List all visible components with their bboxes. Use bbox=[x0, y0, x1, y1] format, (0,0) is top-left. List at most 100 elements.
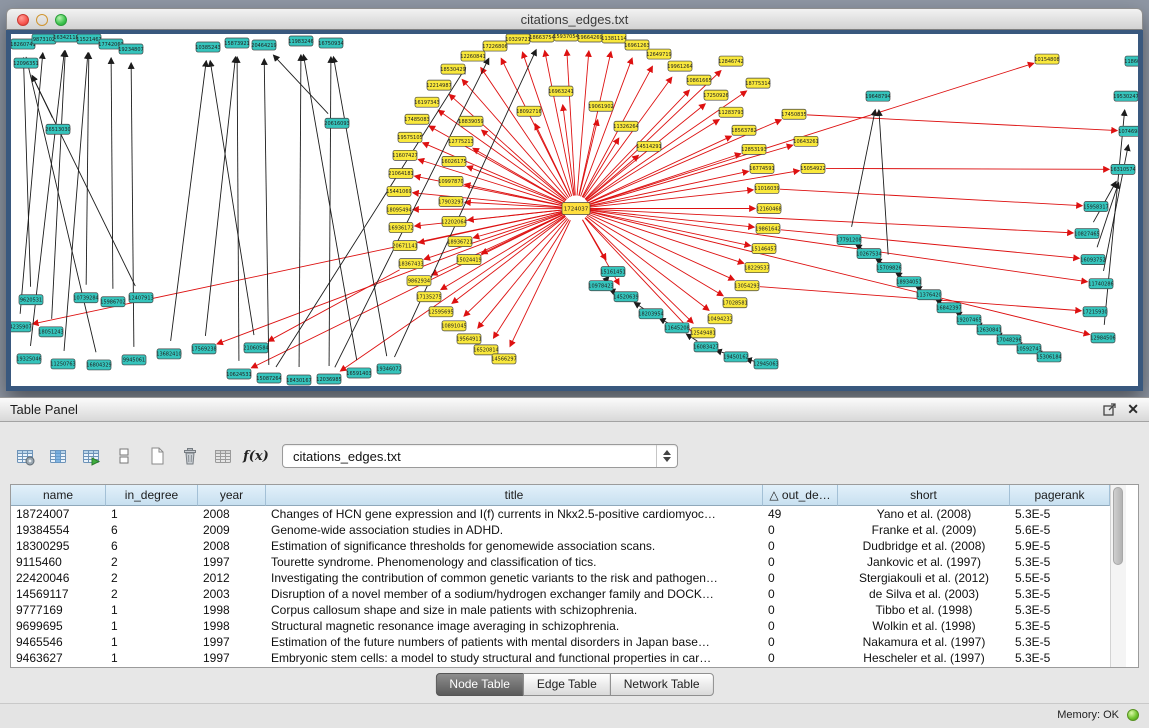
graph-node[interactable]: 16936172 bbox=[388, 223, 413, 233]
graph-node[interactable]: 12214987 bbox=[426, 80, 451, 90]
graph-node[interactable]: 18203954 bbox=[638, 309, 663, 319]
graph-node[interactable]: 19961264 bbox=[667, 61, 692, 71]
graph-node[interactable]: 12549481 bbox=[690, 328, 715, 338]
graph-node[interactable]: 17028581 bbox=[722, 298, 747, 308]
graph-node[interactable]: 20616093 bbox=[324, 118, 349, 128]
graph-node[interactable]: 11283793 bbox=[718, 107, 743, 117]
column-header-6[interactable]: pagerank bbox=[1010, 485, 1110, 506]
graph-node[interactable]: 10267534 bbox=[856, 249, 881, 259]
graph-node[interactable]: 10978423 bbox=[588, 281, 613, 291]
graph-node[interactable]: 18563782 bbox=[731, 125, 756, 135]
network-canvas[interactable]: 1724037185304291221498716197343174850831… bbox=[11, 34, 1138, 386]
graph-node[interactable]: 16961263 bbox=[624, 40, 649, 50]
graph-node[interactable]: 16026175 bbox=[441, 156, 466, 166]
graph-node[interactable]: 11250763 bbox=[50, 359, 75, 369]
graph-node[interactable]: 19234807 bbox=[118, 44, 143, 54]
graph-node[interactable]: 17135275 bbox=[416, 292, 441, 302]
graph-node[interactable]: 16093752 bbox=[1080, 255, 1105, 265]
graph-node[interactable]: 16342118 bbox=[53, 34, 78, 42]
graph-node[interactable]: 10385243 bbox=[195, 42, 220, 52]
graph-node[interactable]: 19575105 bbox=[397, 132, 422, 142]
graph-node[interactable]: 18051243 bbox=[38, 327, 63, 337]
graph-node[interactable]: 10739284 bbox=[73, 293, 98, 303]
graph-node[interactable]: 19664269 bbox=[577, 34, 602, 42]
row-height-button[interactable] bbox=[111, 443, 137, 469]
graph-node[interactable]: 18936721 bbox=[447, 237, 472, 247]
graph-node[interactable]: 18663754 bbox=[529, 34, 554, 42]
graph-node[interactable]: 11381114 bbox=[601, 34, 626, 43]
delete-table-button[interactable] bbox=[177, 443, 203, 469]
graph-node[interactable]: 17485083 bbox=[404, 114, 429, 124]
graph-node[interactable]: 14566297 bbox=[491, 354, 516, 364]
show-columns-button[interactable] bbox=[45, 443, 71, 469]
tab-node-table[interactable]: Node Table bbox=[435, 673, 524, 696]
graph-node[interactable]: 11740286 bbox=[1088, 279, 1113, 289]
graph-node[interactable]: 18430167 bbox=[286, 375, 311, 385]
graph-node[interactable]: 18092716 bbox=[516, 106, 541, 116]
graph-node[interactable]: 19530247 bbox=[1113, 91, 1138, 101]
graph-node[interactable]: 12407913 bbox=[128, 293, 153, 303]
graph-node[interactable]: 12775213 bbox=[448, 136, 473, 146]
table-vertical-scrollbar[interactable] bbox=[1110, 485, 1126, 667]
scrollbar-thumb[interactable] bbox=[1113, 487, 1123, 565]
graph-node[interactable]: 16520814 bbox=[473, 345, 498, 355]
graph-node[interactable]: 16750934 bbox=[318, 38, 343, 48]
graph-node[interactable]: 17569238 bbox=[191, 344, 216, 354]
column-header-2[interactable]: year bbox=[198, 485, 266, 506]
graph-node[interactable]: 12595695 bbox=[428, 307, 453, 317]
graph-node[interactable]: 12853193 bbox=[741, 144, 766, 154]
graph-node[interactable]: 14520639 bbox=[613, 292, 638, 302]
graph-node[interactable]: 18775314 bbox=[745, 78, 770, 88]
graph-node[interactable]: 18095494 bbox=[386, 204, 411, 214]
table-row[interactable]: 946554611997Estimation of the future num… bbox=[11, 634, 1138, 650]
close-panel-icon[interactable]: ✕ bbox=[1127, 402, 1139, 416]
graph-node[interactable]: 18229537 bbox=[744, 263, 769, 273]
graph-node[interactable]: 16310574 bbox=[1110, 164, 1135, 174]
graph-node[interactable]: 10154808 bbox=[1034, 54, 1059, 64]
table-row[interactable]: 969969511998Structural magnetic resonanc… bbox=[11, 618, 1138, 634]
graph-hub-node[interactable]: 1724037 bbox=[562, 202, 590, 214]
table-settings-button[interactable] bbox=[12, 443, 38, 469]
graph-node[interactable]: 19450162 bbox=[723, 352, 748, 362]
graph-node[interactable]: 11860423 bbox=[1124, 56, 1138, 66]
graph-node[interactable]: 16774591 bbox=[749, 163, 774, 173]
graph-node[interactable]: 12260841 bbox=[460, 51, 485, 61]
table-row[interactable]: 1456911722003Disruption of a novel membe… bbox=[11, 586, 1138, 602]
graph-node[interactable]: 15986702 bbox=[100, 297, 125, 307]
table-row[interactable]: 946362711997Embryonic stem cells: a mode… bbox=[11, 650, 1138, 666]
tab-edge-table[interactable]: Edge Table bbox=[523, 673, 611, 696]
graph-node[interactable]: 17903297 bbox=[438, 196, 463, 206]
graph-node[interactable]: 10746982 bbox=[1118, 126, 1138, 136]
graph-node[interactable]: 12984506 bbox=[1090, 333, 1115, 343]
graph-node[interactable]: 16963241 bbox=[548, 86, 573, 96]
graph-node[interactable]: 14514291 bbox=[636, 141, 661, 151]
graph-node[interactable]: 14235907 bbox=[11, 322, 32, 332]
graph-node[interactable]: 19564911 bbox=[456, 334, 481, 344]
graph-node[interactable]: 10997870 bbox=[438, 176, 463, 186]
graph-node[interactable]: 15024419 bbox=[456, 255, 481, 265]
table-row[interactable]: 2242004622012Investigating the contribut… bbox=[11, 570, 1138, 586]
graph-node[interactable]: 21060584 bbox=[243, 343, 268, 353]
graph-node[interactable]: 20671141 bbox=[392, 241, 417, 251]
graph-node[interactable]: 12202064 bbox=[441, 217, 466, 227]
graph-node[interactable]: 16804329 bbox=[86, 360, 111, 370]
equation-fx-button[interactable]: f(x) bbox=[243, 443, 269, 469]
graph-node[interactable]: 21064181 bbox=[388, 168, 413, 178]
graph-node[interactable]: 10494232 bbox=[707, 314, 732, 324]
column-header-1[interactable]: in_degree bbox=[106, 485, 198, 506]
graph-node[interactable]: 9620531 bbox=[19, 295, 43, 305]
column-header-0[interactable]: name bbox=[11, 485, 106, 506]
graph-node[interactable]: 15161451 bbox=[600, 267, 625, 277]
tab-network-table[interactable]: Network Table bbox=[610, 673, 714, 696]
graph-node[interactable]: 20464219 bbox=[251, 40, 276, 50]
graph-node[interactable]: 15146457 bbox=[751, 244, 776, 254]
graph-node[interactable]: 17226806 bbox=[482, 41, 507, 51]
graph-node[interactable]: 16083427 bbox=[693, 342, 718, 352]
graph-node[interactable]: 17250926 bbox=[703, 90, 728, 100]
graph-node[interactable]: 13682410 bbox=[156, 349, 181, 359]
graph-node[interactable]: 17215930 bbox=[1082, 307, 1107, 317]
graph-node[interactable]: 10329721 bbox=[505, 34, 530, 44]
graph-node[interactable]: 19207465 bbox=[956, 315, 981, 325]
graph-node[interactable]: 18934051 bbox=[896, 277, 921, 287]
graph-node[interactable]: 12945063 bbox=[753, 359, 778, 369]
